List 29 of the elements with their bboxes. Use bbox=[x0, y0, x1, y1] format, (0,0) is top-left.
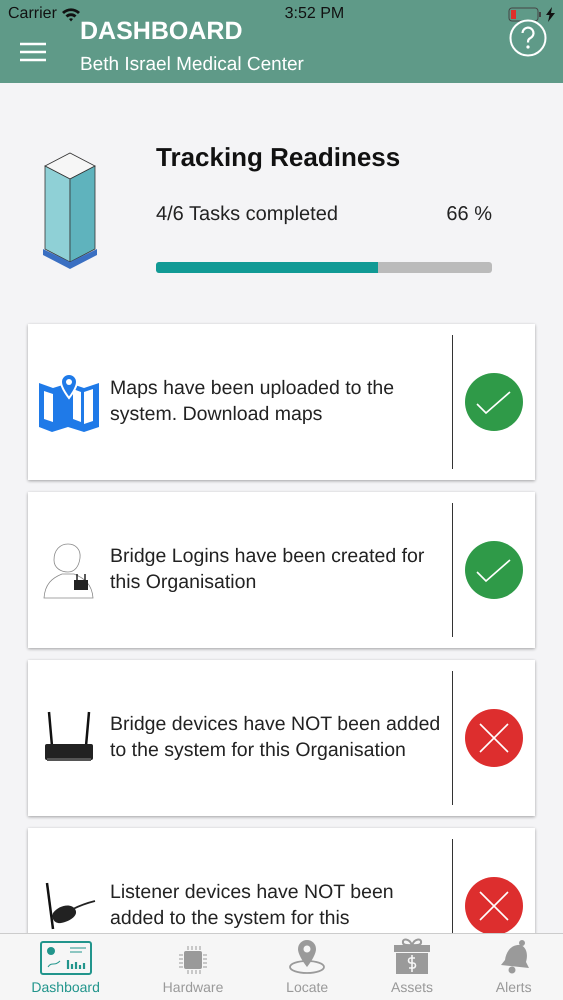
location-pin-icon bbox=[288, 938, 326, 974]
help-button[interactable] bbox=[509, 19, 547, 57]
clock-time: 3:52 PM bbox=[284, 4, 344, 24]
hospital-name: Beth Israel Medical Center bbox=[80, 54, 305, 77]
carrier-label: Carrier bbox=[8, 4, 57, 24]
task-description: Bridge devices have NOT been added to the system for this Organisation bbox=[110, 712, 442, 763]
task-card[interactable]: Bridge Logins have been created for this Organisation bbox=[28, 492, 535, 648]
task-description: Listener devices have NOT been added to the system for this bbox=[110, 880, 395, 931]
gift-icon bbox=[392, 936, 431, 974]
percent-label: 66 % bbox=[446, 202, 492, 227]
chip-icon bbox=[178, 944, 208, 974]
task-card[interactable]: Maps have been uploaded to the system. Download maps bbox=[28, 324, 535, 480]
menu-button[interactable] bbox=[19, 40, 47, 64]
task-description: Bridge Logins have been created for this Organisation bbox=[110, 544, 426, 595]
charging-bolt-icon bbox=[546, 6, 555, 22]
tab-bar-item[interactable]: Alerts bbox=[496, 936, 532, 998]
wifi-icon bbox=[60, 6, 81, 22]
task-card[interactable]: Listener devices have NOT been added to the system for this bbox=[28, 828, 535, 933]
tab-bar-item[interactable]: Locate bbox=[286, 936, 328, 998]
task-description: Maps have been uploaded to the system. Download maps bbox=[110, 376, 396, 427]
battery-icon bbox=[508, 6, 542, 22]
page-title: DASHBOARD bbox=[80, 19, 244, 44]
tab-bar-item[interactable]: Assets bbox=[390, 936, 433, 998]
task-card[interactable]: Bridge devices have NOT been added to the system for this Organisation bbox=[28, 660, 535, 816]
tab-bar-item[interactable]: Dashboard bbox=[31, 936, 100, 998]
readiness-title: Tracking Readiness bbox=[156, 141, 402, 174]
dashboard-icon bbox=[40, 940, 92, 974]
tab-bar-item[interactable]: Hardware bbox=[162, 936, 224, 998]
tasks-completed-label: 4/6 Tasks completed bbox=[156, 202, 338, 227]
